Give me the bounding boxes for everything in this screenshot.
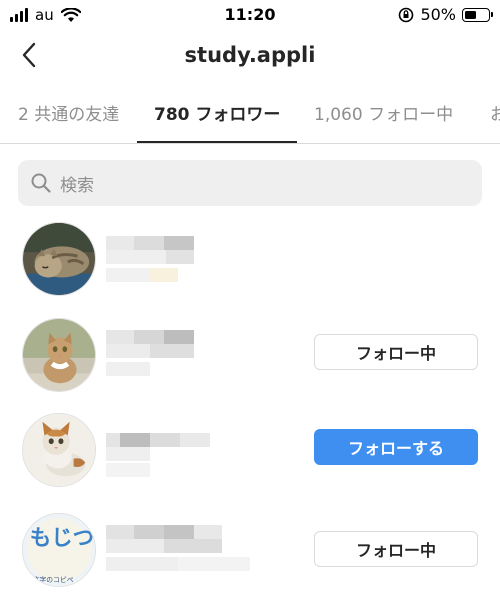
list-item[interactable]: フォローする	[0, 413, 500, 503]
list-item[interactable]	[0, 222, 500, 312]
following-button[interactable]: フォロー中	[314, 531, 478, 567]
avatar[interactable]	[22, 413, 96, 487]
tab-suggested[interactable]: お	[490, 90, 500, 143]
orientation-lock-icon	[399, 7, 414, 22]
tab-followers[interactable]: 780 フォロワー	[154, 90, 280, 143]
status-right: 50%	[398, 5, 493, 24]
search-icon	[31, 173, 51, 193]
tab-following[interactable]: 1,060 フォロー中	[314, 90, 453, 143]
list-item[interactable]: もじつく 文字のコピペ フォロー中	[0, 513, 500, 598]
search-placeholder: 検索	[60, 175, 94, 196]
avatar-logo-text: もじつく	[30, 526, 95, 551]
profile-header: study.appli	[0, 30, 500, 84]
sitting-cat-photo	[23, 319, 95, 391]
page-title: study.appli	[184, 43, 316, 67]
active-tab-indicator	[137, 141, 297, 143]
avatar[interactable]	[22, 318, 96, 392]
battery-icon	[462, 7, 493, 22]
status-bar: au 11:20 50%	[0, 0, 500, 30]
battery-percent: 50%	[420, 5, 456, 24]
avatar[interactable]: もじつく 文字のコピペ	[22, 513, 96, 587]
sleeping-cat-photo	[23, 223, 95, 295]
list-item[interactable]: フォロー中	[0, 318, 500, 408]
following-button[interactable]: フォロー中	[314, 334, 478, 370]
avatar-logo-subtext: 文字のコピペ	[33, 575, 74, 584]
search-input[interactable]: 検索	[18, 160, 482, 206]
avatar[interactable]	[22, 222, 96, 296]
kitten-photo	[23, 414, 95, 486]
follow-tabs: 2 共通の友達 780 フォロワー 1,060 フォロー中 お	[0, 90, 500, 144]
tab-mutual-friends[interactable]: 2 共通の友達	[18, 90, 119, 143]
follow-button[interactable]: フォローする	[314, 429, 478, 465]
mojitsuku-logo: もじつく 文字のコピペ	[23, 514, 95, 586]
